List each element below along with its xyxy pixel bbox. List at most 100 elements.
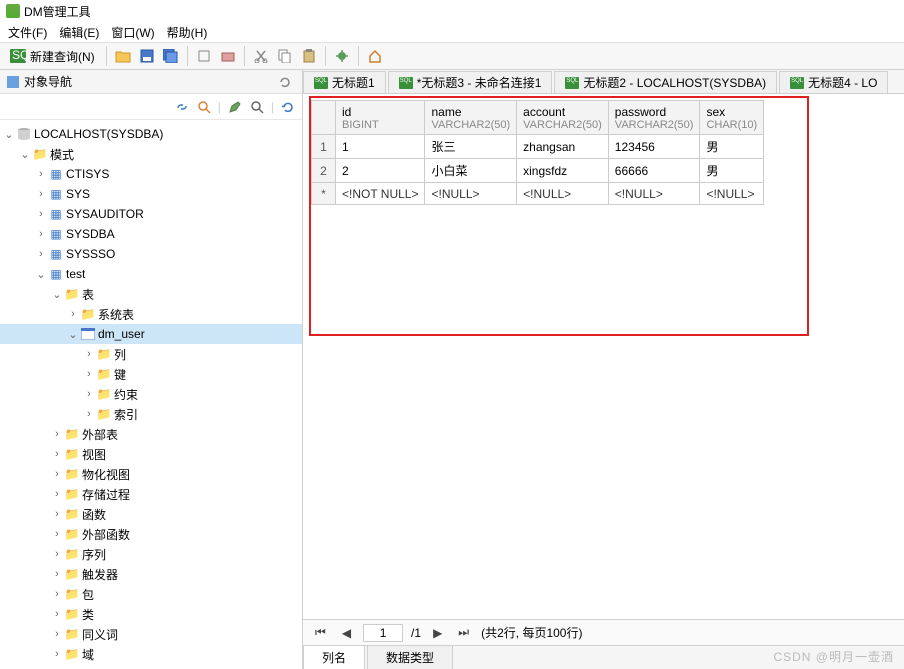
cell[interactable]: 男 [700, 135, 764, 159]
object-tree[interactable]: ⌄ LOCALHOST(SYSDBA) ⌄ 📁 模式 ›▦CTISYS ›▦SY… [0, 120, 302, 669]
tree-folder[interactable]: ›📁类 [0, 604, 302, 624]
page-input[interactable] [363, 624, 403, 642]
expand-icon[interactable]: › [50, 548, 64, 560]
expand-icon[interactable]: › [34, 248, 48, 260]
cell[interactable]: zhangsan [517, 135, 609, 159]
tree-folder[interactable]: ›📁外部函数 [0, 524, 302, 544]
cell[interactable]: 123456 [608, 135, 700, 159]
new-query-button[interactable]: SQL 新建查询(N) [4, 45, 101, 67]
expand-icon[interactable]: › [50, 528, 64, 540]
expand-icon[interactable]: ⌄ [34, 268, 48, 281]
expand-icon[interactable]: › [34, 228, 48, 240]
tree-table-selected[interactable]: ⌄dm_user [0, 324, 302, 344]
cell[interactable]: <!NULL> [700, 183, 764, 205]
cut-button[interactable] [250, 45, 272, 67]
tree-schema[interactable]: ›▦SYSSSO [0, 244, 302, 264]
expand-icon[interactable]: › [50, 588, 64, 600]
tool-button-1[interactable] [193, 45, 215, 67]
expand-icon[interactable]: ⌄ [50, 288, 64, 301]
tree-schema[interactable]: ›▦CTISYS [0, 164, 302, 184]
cell[interactable]: 男 [700, 159, 764, 183]
data-grid[interactable]: idBIGINT nameVARCHAR2(50) accountVARCHAR… [311, 100, 764, 205]
expand-icon[interactable]: › [82, 388, 96, 400]
tree-schema-test[interactable]: ⌄▦test [0, 264, 302, 284]
tree-folder[interactable]: ›📁序列 [0, 544, 302, 564]
cell[interactable]: <!NULL> [517, 183, 609, 205]
expand-icon[interactable]: › [50, 568, 64, 580]
prev-page-button[interactable]: ◀ [338, 626, 355, 640]
editor-tab[interactable]: *无标题3 - 未命名连接1 [388, 71, 553, 93]
expand-icon[interactable]: › [66, 308, 80, 320]
expand-icon[interactable]: › [50, 448, 64, 460]
tree-table-child[interactable]: ›📁键 [0, 364, 302, 384]
link-icon[interactable] [174, 99, 190, 115]
bottom-tab-columns[interactable]: 列名 [303, 645, 365, 669]
first-page-button[interactable]: ⏮ [311, 625, 330, 640]
expand-icon[interactable]: › [82, 348, 96, 360]
editor-tab[interactable]: 无标题2 - LOCALHOST(SYSDBA) [554, 71, 777, 93]
open-folder-button[interactable] [112, 45, 134, 67]
cell[interactable]: 2 [336, 159, 425, 183]
tree-folder[interactable]: ›📁物化视图 [0, 464, 302, 484]
table-new-row[interactable]: * <!NOT NULL> <!NULL> <!NULL> <!NULL> <!… [312, 183, 764, 205]
tree-folder[interactable]: ›📁存储过程 [0, 484, 302, 504]
table-row[interactable]: 2 2 小白菜 xingsfdz 66666 男 [312, 159, 764, 183]
save-button[interactable] [136, 45, 158, 67]
cell[interactable]: 张三 [425, 135, 517, 159]
tree-folder[interactable]: ›📁包 [0, 584, 302, 604]
menu-file[interactable]: 文件(F) [8, 24, 47, 41]
menu-help[interactable]: 帮助(H) [167, 24, 208, 41]
copy-button[interactable] [274, 45, 296, 67]
column-header[interactable]: passwordVARCHAR2(50) [608, 101, 700, 135]
tree-table-child[interactable]: ›📁列 [0, 344, 302, 364]
cell[interactable]: 小白菜 [425, 159, 517, 183]
sync-icon[interactable] [278, 75, 292, 89]
debug-button[interactable] [331, 45, 353, 67]
column-header[interactable]: accountVARCHAR2(50) [517, 101, 609, 135]
column-header[interactable]: idBIGINT [336, 101, 425, 135]
tree-schema-root[interactable]: ⌄ 📁 模式 [0, 144, 302, 164]
tree-folder[interactable]: ›📁触发器 [0, 564, 302, 584]
column-header[interactable]: sexCHAR(10) [700, 101, 764, 135]
cell[interactable]: 66666 [608, 159, 700, 183]
expand-icon[interactable]: ⌄ [18, 148, 32, 161]
tree-folder[interactable]: ›📁同义词 [0, 624, 302, 644]
expand-icon[interactable]: › [50, 628, 64, 640]
tree-schema[interactable]: ›▦SYSAUDITOR [0, 204, 302, 224]
home-button[interactable] [364, 45, 386, 67]
menu-edit[interactable]: 编辑(E) [59, 24, 99, 41]
cell[interactable]: <!NULL> [425, 183, 517, 205]
refresh-icon[interactable] [280, 99, 296, 115]
expand-icon[interactable]: › [50, 508, 64, 520]
expand-icon[interactable]: ⌄ [2, 128, 16, 141]
expand-icon[interactable]: › [34, 208, 48, 220]
tree-schema[interactable]: ›▦SYSDBA [0, 224, 302, 244]
tree-folder[interactable]: ›📁域 [0, 644, 302, 664]
expand-icon[interactable]: › [50, 488, 64, 500]
tree-root[interactable]: ⌄ LOCALHOST(SYSDBA) [0, 124, 302, 144]
tree-table-child[interactable]: ›📁索引 [0, 404, 302, 424]
tree-schema[interactable]: ›▦SYS [0, 184, 302, 204]
editor-tab[interactable]: 无标题4 - LO [779, 71, 888, 93]
next-page-button[interactable]: ▶ [429, 626, 446, 640]
last-page-button[interactable]: ⏭ [454, 625, 473, 640]
expand-icon[interactable]: › [50, 468, 64, 480]
expand-icon[interactable]: › [34, 188, 48, 200]
expand-icon[interactable]: › [50, 608, 64, 620]
column-header[interactable]: nameVARCHAR2(50) [425, 101, 517, 135]
editor-tab[interactable]: 无标题1 [303, 71, 386, 93]
expand-icon[interactable]: › [82, 408, 96, 420]
expand-icon[interactable]: ⌄ [66, 328, 80, 341]
tree-folder[interactable]: ›📁视图 [0, 444, 302, 464]
tree-folder[interactable]: ›📁外部表 [0, 424, 302, 444]
tree-table-child[interactable]: ›📁约束 [0, 384, 302, 404]
cell[interactable]: <!NULL> [608, 183, 700, 205]
bottom-tab-datatype[interactable]: 数据类型 [367, 645, 453, 669]
cell[interactable]: <!NOT NULL> [336, 183, 425, 205]
edit-icon[interactable] [227, 99, 243, 115]
expand-icon[interactable]: › [34, 168, 48, 180]
cell[interactable]: 1 [336, 135, 425, 159]
tree-folder[interactable]: ›📁函数 [0, 504, 302, 524]
menu-window[interactable]: 窗口(W) [111, 24, 154, 41]
expand-icon[interactable]: › [50, 428, 64, 440]
